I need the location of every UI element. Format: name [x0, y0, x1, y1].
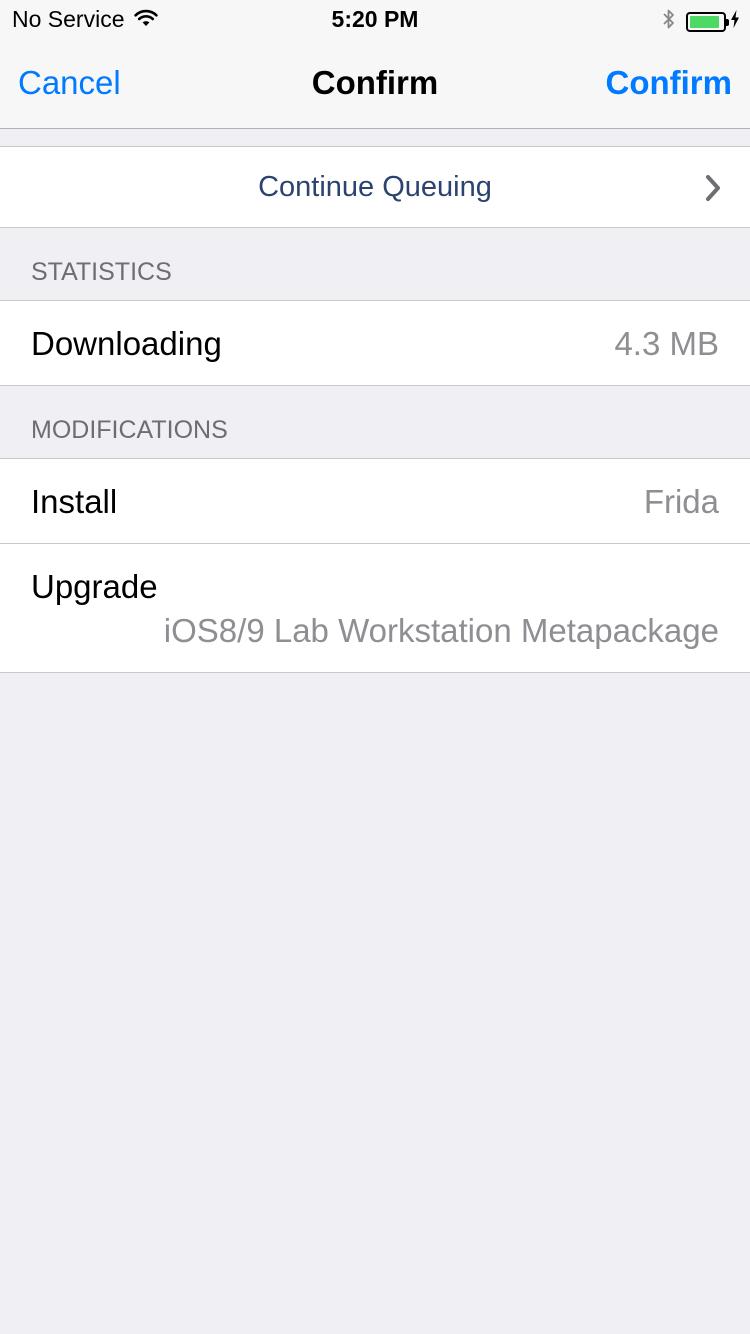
downloading-label: Downloading — [31, 325, 222, 362]
upgrade-row: Upgrade iOS8/9 Lab Workstation Metapacka… — [0, 544, 750, 673]
bluetooth-icon — [662, 7, 676, 36]
cancel-button[interactable]: Cancel — [18, 64, 121, 102]
continue-queuing-row[interactable]: Continue Queuing — [0, 146, 750, 228]
status-time: 5:20 PM — [331, 6, 419, 32]
battery-nub — [726, 18, 729, 26]
navigation-bar: Cancel Confirm Confirm — [0, 40, 750, 129]
confirm-button[interactable]: Confirm — [606, 64, 733, 102]
downloading-row: Downloading 4.3 MB — [0, 300, 750, 386]
charging-icon — [730, 9, 740, 34]
continue-queuing-label: Continue Queuing — [258, 171, 492, 203]
battery-level — [690, 15, 719, 28]
install-package-name: Frida — [643, 483, 719, 520]
install-row: Install Frida — [0, 458, 750, 544]
statistics-header: STATISTICS — [31, 258, 172, 286]
upgrade-package-name: iOS8/9 Lab Workstation Metapackage — [163, 612, 719, 649]
upgrade-action-label: Upgrade — [31, 568, 158, 605]
downloading-size: 4.3 MB — [614, 325, 719, 362]
chevron-right-icon — [704, 173, 722, 208]
install-action-label: Install — [31, 483, 118, 520]
status-right — [662, 7, 740, 36]
status-bar: No Service 5:20 PM — [0, 0, 750, 40]
battery-icon — [686, 11, 729, 32]
modifications-header: MODIFICATIONS — [31, 416, 228, 444]
